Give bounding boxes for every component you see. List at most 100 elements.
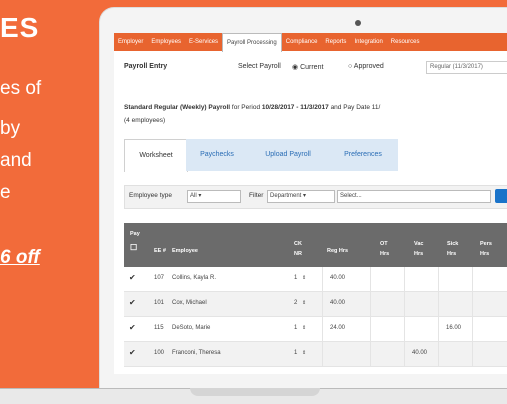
nav-item-e-services[interactable]: E-Services xyxy=(185,33,222,51)
cell-employee: Collins, Kayla R. xyxy=(172,275,217,281)
tab-paychecks[interactable]: Paychecks xyxy=(186,139,248,171)
tab-preferences[interactable]: Preferences xyxy=(328,139,398,171)
cell-reg-hrs[interactable]: 24.00 xyxy=(330,325,345,331)
laptop-frame: Employer Employees E-Services Payroll Pr… xyxy=(100,8,507,388)
app-screen: Employer Employees E-Services Payroll Pr… xyxy=(114,33,507,374)
nav-item-integration[interactable]: Integration xyxy=(350,33,386,51)
employee-type-select[interactable]: All ▾ xyxy=(187,190,241,203)
employee-type-value: All xyxy=(190,193,197,199)
promo-offer-link[interactable]: 6 off xyxy=(0,247,40,269)
filter-value-select[interactable]: Select... xyxy=(337,190,491,203)
radio-approved[interactable]: ○ Approved xyxy=(348,63,384,70)
header-ee: EE # xyxy=(154,248,166,254)
column-divider xyxy=(438,317,439,341)
promo-title: ES xyxy=(0,12,40,43)
header-vac: Vac xyxy=(414,241,424,247)
sort-arrows-icon[interactable]: ⇕ xyxy=(302,325,306,331)
cell-ee: 115 xyxy=(154,325,164,331)
sort-arrows-icon[interactable]: ⇕ xyxy=(302,300,306,306)
payroll-table: Pay ☐ EE # Employee CK NR Reg Hrs OT Hrs… xyxy=(124,223,507,367)
table-header: Pay ☐ EE # Employee CK NR Reg Hrs OT Hrs… xyxy=(124,223,507,267)
column-divider xyxy=(322,342,323,366)
column-divider xyxy=(472,292,473,316)
camera-icon xyxy=(355,20,361,26)
cell-ck: 1 xyxy=(294,325,298,331)
promo-line-4: e xyxy=(0,182,11,203)
radio-current[interactable]: ◉ Current xyxy=(292,63,323,71)
column-divider xyxy=(370,267,371,291)
nav-item-employer[interactable]: Employer xyxy=(114,33,147,51)
department-select[interactable]: Department ▾ xyxy=(267,190,335,203)
cell-vac[interactable]: 40.00 xyxy=(412,350,427,356)
cell-sick[interactable]: 16.00 xyxy=(446,325,461,331)
nav-item-reports[interactable]: Reports xyxy=(321,33,350,51)
promo-line-3: and xyxy=(0,150,32,171)
column-divider xyxy=(370,342,371,366)
column-divider xyxy=(472,342,473,366)
tab-worksheet[interactable]: Worksheet xyxy=(124,139,188,172)
column-divider xyxy=(404,292,405,316)
pay-checkbox[interactable]: ✔ xyxy=(129,274,137,282)
table-row[interactable]: ✔ 115 DeSoto, Marie 1 ⇕ 24.00 16.00 xyxy=(124,317,507,342)
tab-upload-payroll[interactable]: Upload Payroll xyxy=(248,139,328,171)
column-divider xyxy=(370,292,371,316)
column-divider xyxy=(370,317,371,341)
nav-item-compliance[interactable]: Compliance xyxy=(282,33,322,51)
header-pers-2: Hrs xyxy=(480,251,490,257)
nav-item-payroll-processing[interactable]: Payroll Processing xyxy=(222,33,282,52)
cell-employee: DeSoto, Marie xyxy=(172,325,211,331)
header-reg-hrs: Reg Hrs xyxy=(327,248,349,254)
select-all-checkbox[interactable]: ☐ xyxy=(130,243,137,252)
header-sick-2: Hrs xyxy=(447,251,457,257)
main-nav: Employer Employees E-Services Payroll Pr… xyxy=(114,33,507,52)
table-row[interactable]: ✔ 107 Collins, Kayla R. 1 ⇕ 40.00 xyxy=(124,267,507,292)
tab-bar: Worksheet Paychecks Upload Payroll Prefe… xyxy=(124,139,424,172)
period-description: Standard Regular (Weekly) Payroll for Pe… xyxy=(124,104,380,111)
nav-item-resources[interactable]: Resources xyxy=(387,33,424,51)
header-ck-2: NR xyxy=(294,251,302,257)
column-divider xyxy=(404,342,405,366)
filter-bar: Employee type All ▾ Filter Department ▾ … xyxy=(124,185,507,209)
laptop-notch xyxy=(190,388,320,396)
column-divider xyxy=(438,342,439,366)
pay-checkbox[interactable]: ✔ xyxy=(129,349,137,357)
header-sick: Sick xyxy=(447,241,459,247)
header-ck: CK xyxy=(294,241,302,247)
cell-reg-hrs[interactable]: 40.00 xyxy=(330,275,345,281)
pay-checkbox[interactable]: ✔ xyxy=(129,324,137,332)
payroll-select[interactable]: Regular (11/3/2017) xyxy=(426,61,507,74)
period-text-2: and Pay Date xyxy=(328,104,372,111)
period-dates: 10/28/2017 - 11/3/2017 xyxy=(261,104,329,111)
employee-count: (4 employees) xyxy=(124,117,166,124)
pay-date: 11/ xyxy=(371,104,381,111)
period-text-1: for Period xyxy=(230,104,262,111)
employee-type-label: Employee type xyxy=(129,192,172,199)
cell-ck: 1 xyxy=(294,275,298,281)
cell-employee: Franconi, Theresa xyxy=(172,350,221,356)
column-divider xyxy=(322,292,323,316)
radio-current-label: Current xyxy=(300,64,324,71)
table-row[interactable]: ✔ 100 Franconi, Theresa 1 ⇕ 40.00 xyxy=(124,342,507,367)
header-ot: OT xyxy=(380,241,388,247)
sort-arrows-icon[interactable]: ⇕ xyxy=(302,275,306,281)
cell-ee: 100 xyxy=(154,350,165,356)
column-divider xyxy=(438,267,439,291)
pay-checkbox[interactable]: ✔ xyxy=(129,299,137,307)
radio-approved-label: Approved xyxy=(353,63,384,70)
table-row[interactable]: ✔ 101 Cox, Michael 2 ⇕ 40.00 xyxy=(124,292,507,317)
filter-value: Select... xyxy=(340,193,362,199)
cell-ck: 1 xyxy=(294,350,298,356)
nav-item-employees[interactable]: Employees xyxy=(147,33,185,51)
apply-button[interactable]: Apply xyxy=(495,189,507,203)
payroll-type: Standard Regular (Weekly) Payroll xyxy=(124,104,231,111)
cell-reg-hrs[interactable]: 40.00 xyxy=(330,300,345,306)
sort-arrows-icon[interactable]: ⇕ xyxy=(302,350,306,356)
cell-ee: 107 xyxy=(154,275,165,281)
column-divider xyxy=(472,317,473,341)
cell-ee: 101 xyxy=(154,300,165,306)
header-ot-2: Hrs xyxy=(380,251,390,257)
header-vac-2: Hrs xyxy=(414,251,424,257)
column-divider xyxy=(404,317,405,341)
filter-label: Filter xyxy=(249,192,264,199)
promo-line-2: by xyxy=(0,118,21,139)
